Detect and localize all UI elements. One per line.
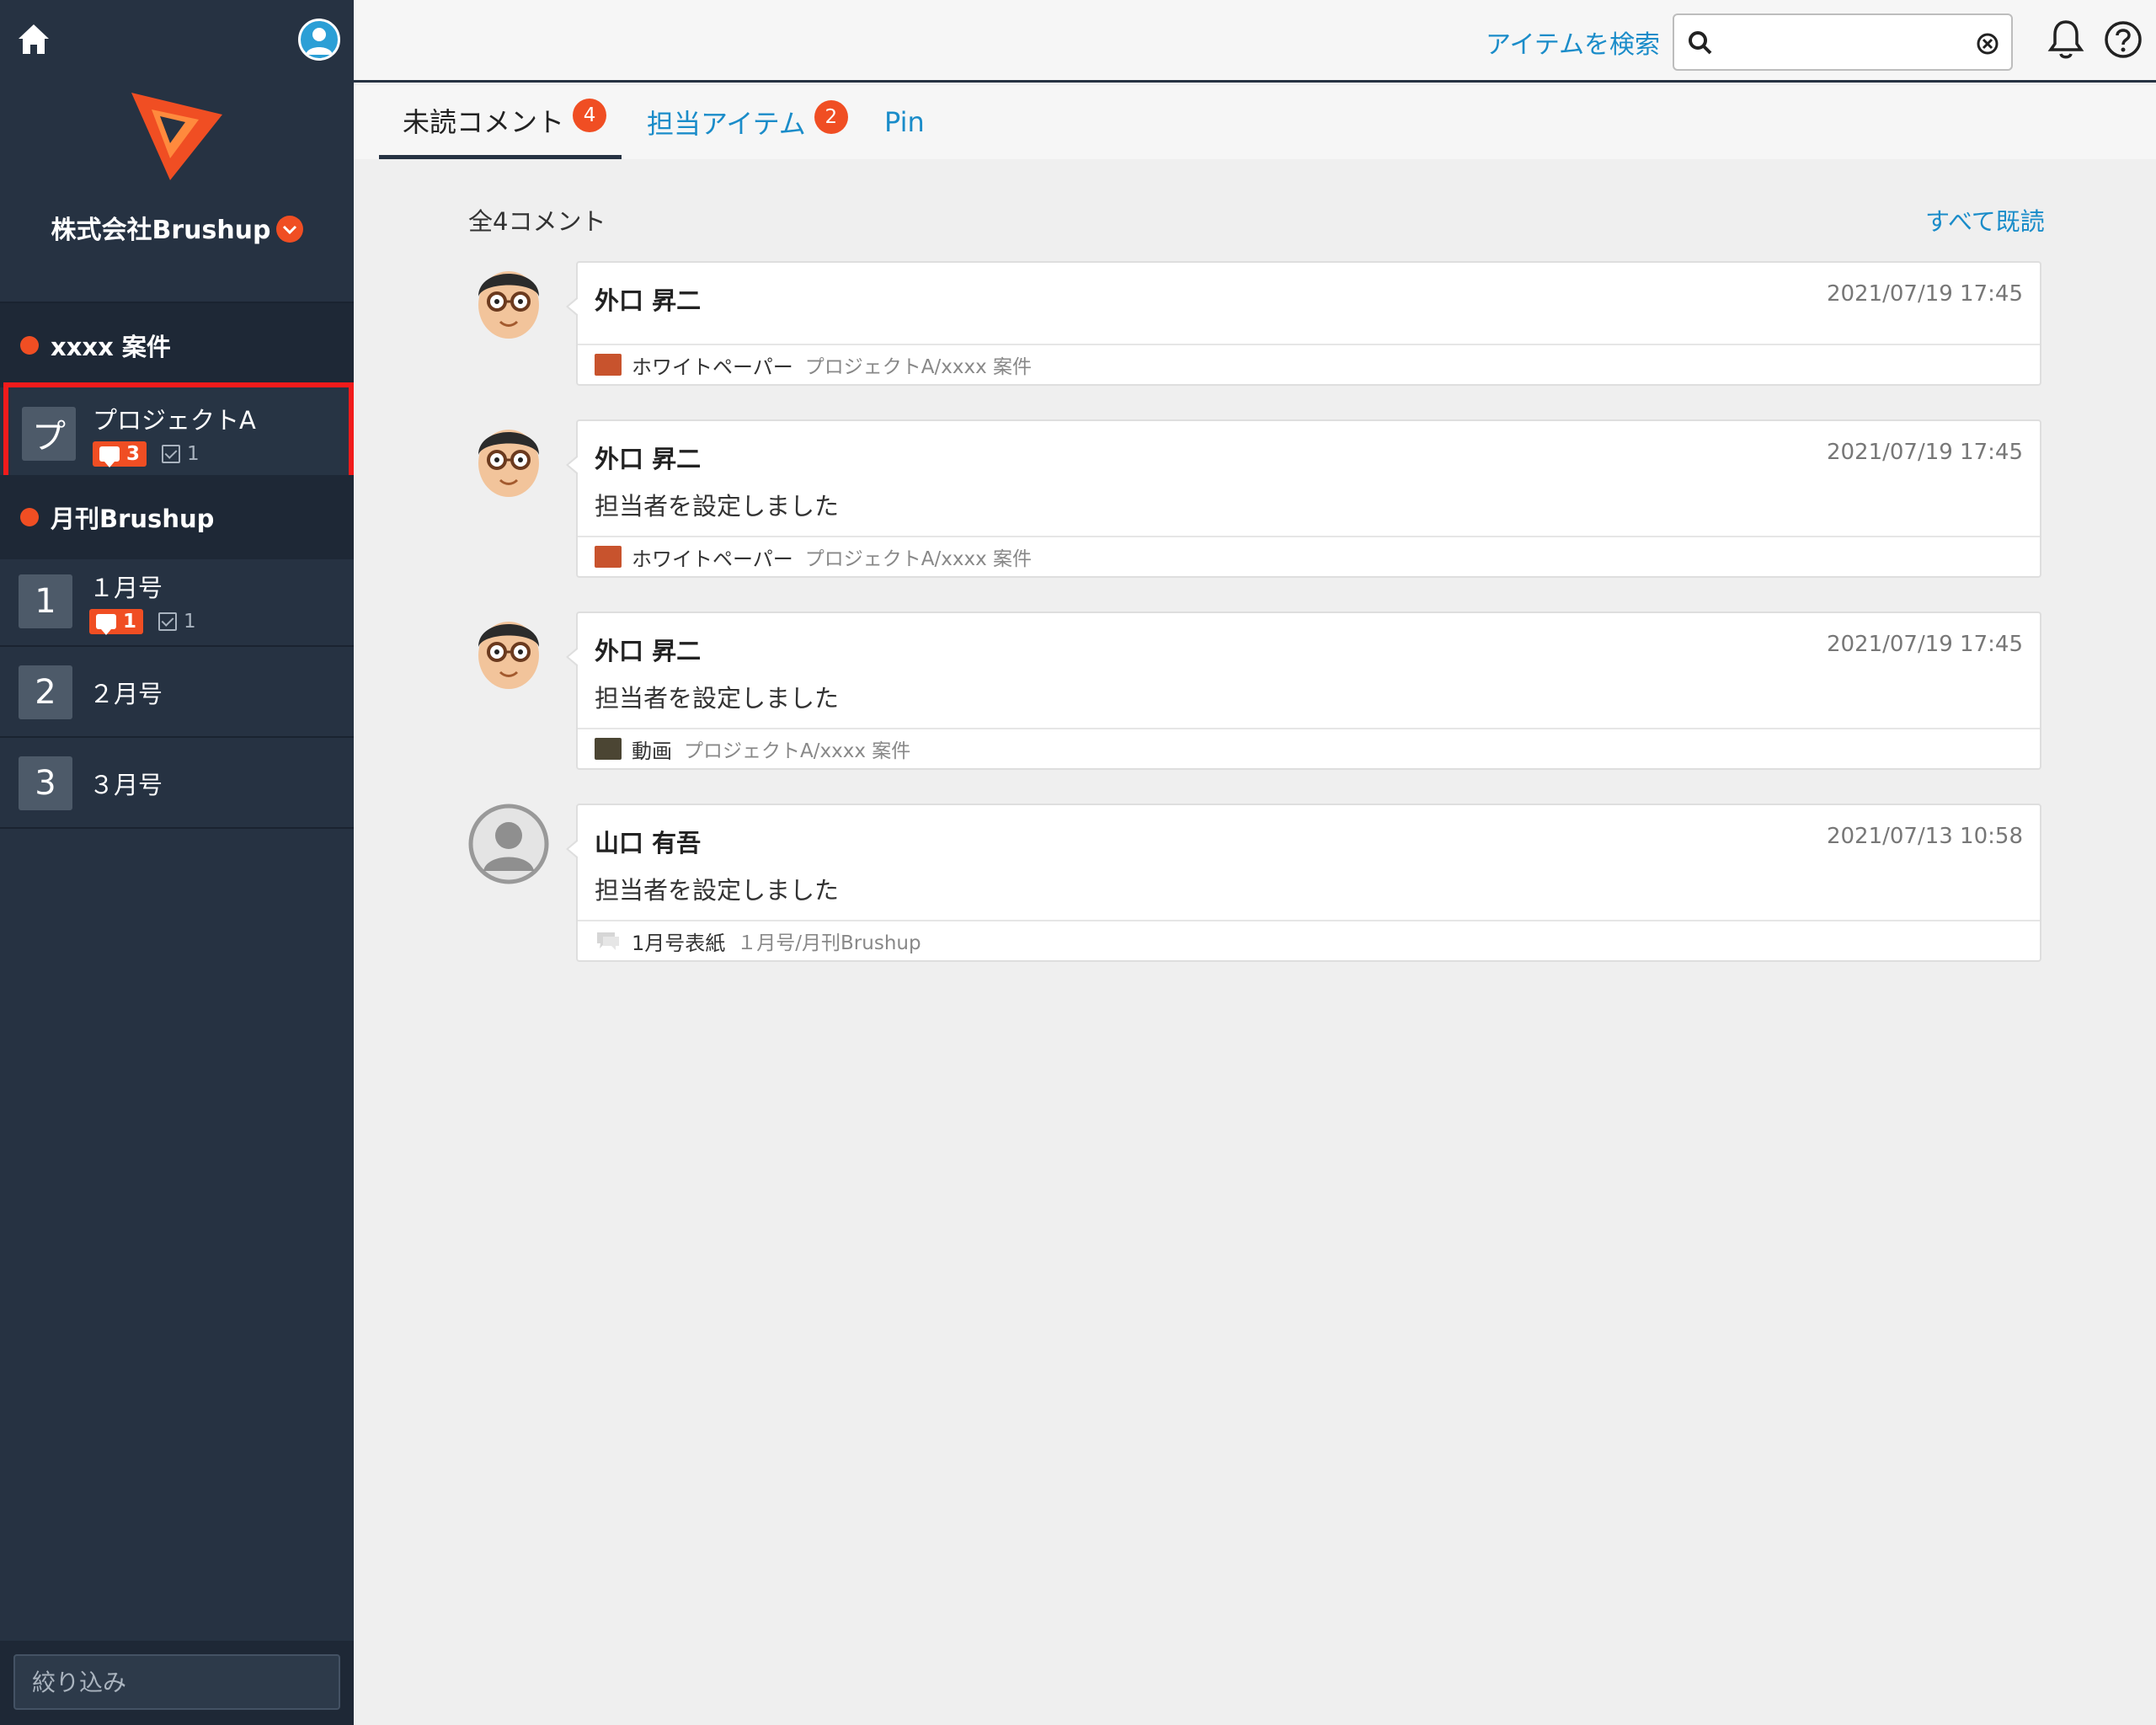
total-comment-count: 全4コメント xyxy=(468,207,606,236)
filter-area xyxy=(0,1641,354,1725)
comment-card[interactable]: 外口 昇二 2021/07/19 17:45 担当者を設定しました ホワイトペー… xyxy=(566,419,2041,578)
comment-icon xyxy=(96,614,116,635)
comment-author: 外口 昇二 xyxy=(595,286,702,315)
comment-date: 2021/07/19 17:45 xyxy=(1826,281,2023,307)
comment-entry[interactable]: 外口 昇二 2021/07/19 17:45 担当者を設定しました 動画 プロジ… xyxy=(468,611,2041,772)
item-name: ホワイトペーパー xyxy=(632,355,793,379)
unread-comment-badge: 1 xyxy=(89,609,144,635)
group-label: 月刊Brushup xyxy=(51,505,215,533)
project-initial: 1 xyxy=(19,574,72,628)
user-account-icon[interactable] xyxy=(298,19,340,61)
comment-item-link[interactable]: ホワイトペーパー プロジェクトA/xxxx 案件 xyxy=(578,344,2040,384)
document-thumbnail xyxy=(595,546,622,568)
glasses-avatar-icon xyxy=(468,419,549,500)
comment-entry[interactable]: 外口 昇二 2021/07/19 17:45 担当者を設定しました ホワイトペー… xyxy=(468,419,2041,579)
comment-item-link[interactable]: 1月号表紙 １月号/月刊Brushup xyxy=(578,920,2040,960)
item-name: ホワイトペーパー xyxy=(632,547,793,571)
help-icon[interactable] xyxy=(2104,20,2143,59)
mark-all-read-link[interactable]: すべて既読 xyxy=(1925,202,2045,238)
filter-input[interactable] xyxy=(13,1654,340,1710)
comment-date: 2021/07/13 10:58 xyxy=(1826,824,2023,849)
item-path: プロジェクトA/xxxx 案件 xyxy=(804,356,1033,378)
tab-label: 担当アイテム xyxy=(647,108,806,140)
comment-card[interactable]: 外口 昇二 2021/07/19 17:45 ホワイトペーパー プロジェクトA/… xyxy=(566,261,2041,386)
comment-date: 2021/07/19 17:45 xyxy=(1826,440,2023,465)
comment-body: 担当者を設定しました xyxy=(595,492,840,521)
tab-count-badge: 2 xyxy=(814,100,848,134)
glasses-avatar-icon xyxy=(468,261,549,342)
item-path: プロジェクトA/xxxx 案件 xyxy=(804,548,1033,570)
comment-count: 3 xyxy=(126,443,141,465)
task-check-icon xyxy=(158,612,178,631)
project-initial: 2 xyxy=(19,665,72,719)
tab-label: 未読コメント xyxy=(403,105,565,138)
comment-card[interactable]: 山口 有吾 2021/07/13 10:58 担当者を設定しました 1月号表紙 … xyxy=(566,804,2041,962)
project-title: ３月号 xyxy=(89,771,163,799)
project-initial: プ xyxy=(22,407,76,461)
project-title: １月号 xyxy=(89,574,163,602)
tab-unread-comments[interactable]: 未読コメント 4 xyxy=(379,85,622,159)
glasses-avatar-icon xyxy=(468,611,549,692)
tab-pin[interactable]: Pin xyxy=(884,85,925,159)
comment-count: 1 xyxy=(123,611,137,633)
clear-search-icon[interactable] xyxy=(1976,32,1999,56)
brushup-logo xyxy=(126,84,227,185)
group-status-dot xyxy=(20,508,39,526)
search-label: アイテムを検索 xyxy=(1486,30,1660,60)
unread-comment-badge: 3 xyxy=(93,441,147,467)
comment-card[interactable]: 外口 昇二 2021/07/19 17:45 担当者を設定しました 動画 プロジ… xyxy=(566,611,2041,770)
tab-count-badge: 4 xyxy=(573,98,607,132)
group-label: xxxx 案件 xyxy=(51,333,171,361)
sidebar: 株式会社Brushup xxxx 案件 プ プロジェクトA 3 1 月刊Brus… xyxy=(0,0,354,1725)
tab-assigned-items[interactable]: 担当アイテム 2 xyxy=(647,85,848,159)
item-path: プロジェクトA/xxxx 案件 xyxy=(684,740,911,762)
comment-icon xyxy=(99,446,120,467)
default-user-avatar-icon xyxy=(468,804,549,884)
top-bar: アイテムを検索 xyxy=(354,0,2156,83)
comment-item-link[interactable]: 動画 プロジェクトA/xxxx 案件 xyxy=(578,728,2040,768)
comment-item-link[interactable]: ホワイトペーパー プロジェクトA/xxxx 案件 xyxy=(578,536,2040,576)
comment-thumbnail xyxy=(595,930,622,952)
comment-date: 2021/07/19 17:45 xyxy=(1826,632,2023,657)
search-icon xyxy=(1688,30,1713,56)
task-count: 1 xyxy=(187,443,200,465)
notification-bell-icon[interactable] xyxy=(2047,19,2085,61)
video-thumbnail xyxy=(595,738,622,760)
comment-entry[interactable]: 外口 昇二 2021/07/19 17:45 ホワイトペーパー プロジェクトA/… xyxy=(468,261,2041,387)
comment-author: 外口 昇二 xyxy=(595,637,702,665)
sidebar-item-february[interactable]: 2 ２月号 xyxy=(0,649,354,738)
project-title: ２月号 xyxy=(89,680,163,708)
project-group-header[interactable]: 月刊Brushup xyxy=(0,475,354,559)
comment-body: 担当者を設定しました xyxy=(595,876,840,905)
comment-author: 山口 有吾 xyxy=(595,829,702,857)
item-path: １月号/月刊Brushup xyxy=(737,932,921,954)
document-thumbnail xyxy=(595,354,622,376)
chevron-down-icon xyxy=(275,215,303,243)
project-title: プロジェクトA xyxy=(93,406,256,435)
project-group-header[interactable]: xxxx 案件 xyxy=(0,303,354,387)
organization-switcher[interactable]: 株式会社Brushup xyxy=(0,209,354,246)
sidebar-item-project-a[interactable]: プ プロジェクトA 3 1 xyxy=(3,382,354,485)
organization-name: 株式会社Brushup xyxy=(51,216,271,245)
task-check-icon xyxy=(162,445,181,463)
comment-body: 担当者を設定しました xyxy=(595,684,840,713)
task-count: 1 xyxy=(184,611,196,633)
tab-label: Pin xyxy=(884,106,925,138)
tab-bar: 未読コメント 4 担当アイテム 2 Pin xyxy=(354,85,2156,159)
comment-author: 外口 昇二 xyxy=(595,445,702,473)
item-name: 動画 xyxy=(632,739,672,763)
sidebar-item-march[interactable]: 3 ３月号 xyxy=(0,740,354,829)
home-icon[interactable] xyxy=(15,20,52,57)
item-name: 1月号表紙 xyxy=(632,931,726,955)
project-initial: 3 xyxy=(19,756,72,810)
group-status-dot xyxy=(20,336,39,355)
comment-entry[interactable]: 山口 有吾 2021/07/13 10:58 担当者を設定しました 1月号表紙 … xyxy=(468,804,2041,964)
sidebar-item-january[interactable]: 1 １月号 1 1 xyxy=(0,558,354,647)
search-input[interactable] xyxy=(1673,13,2013,71)
